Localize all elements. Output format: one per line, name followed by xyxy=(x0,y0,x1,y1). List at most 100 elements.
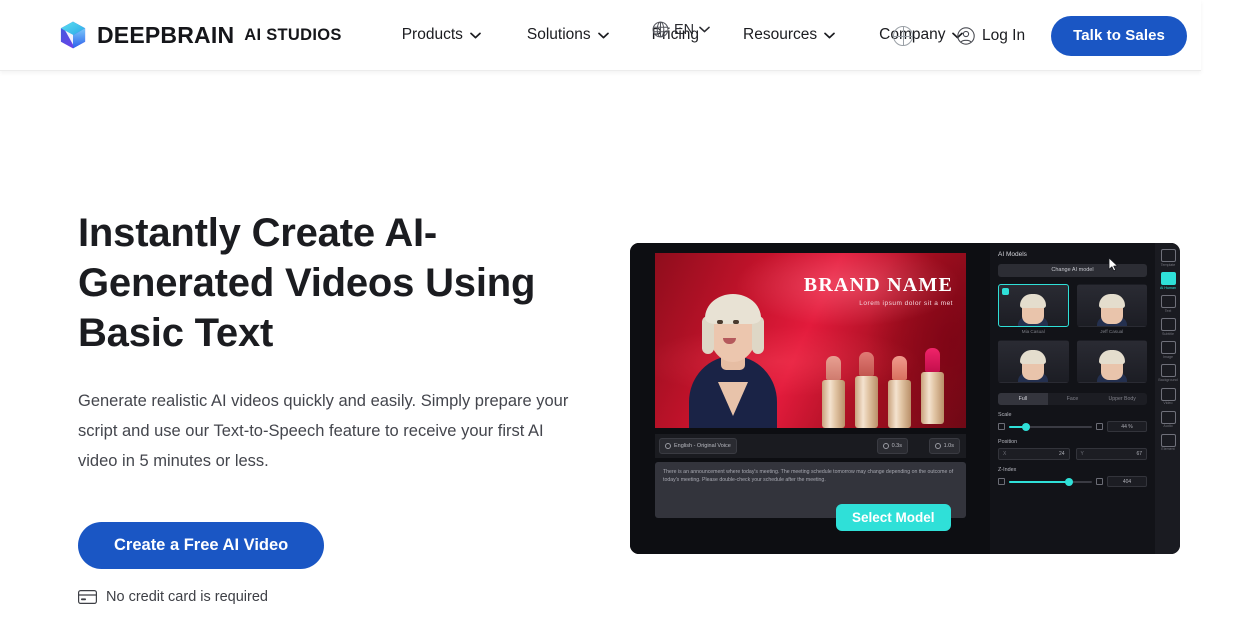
chevron-down-icon xyxy=(470,32,481,39)
canvas-brand-name: BRAND NAME xyxy=(803,274,953,296)
rail-item-template[interactable]: Template xyxy=(1156,249,1180,267)
brand-suffix: AI STUDIOS xyxy=(244,25,342,44)
time-chip-end[interactable]: 1.0s xyxy=(928,438,960,454)
hero-subtitle: Generate realistic AI videos quickly and… xyxy=(78,392,569,470)
rail-label-image: Image xyxy=(1163,354,1173,359)
rail-label-ai-human: AI Human xyxy=(1160,285,1176,290)
rail-label-element: Element xyxy=(1161,447,1175,452)
subtitle-icon xyxy=(1160,318,1176,332)
rail-item-ai-human[interactable]: AI Human xyxy=(1156,272,1180,290)
rail-item-background[interactable]: Background xyxy=(1156,364,1180,382)
template-icon xyxy=(1160,249,1176,262)
rail-label-audio: Audio xyxy=(1163,424,1173,429)
scale-slider-row: 44 % xyxy=(998,421,1147,432)
zindex-lock-icon[interactable] xyxy=(1096,478,1103,485)
credit-card-icon xyxy=(78,590,97,605)
scale-slider[interactable] xyxy=(1009,422,1092,431)
ai-avatar-presenter xyxy=(685,268,781,428)
deepbrain-cube-logo-icon xyxy=(58,20,88,50)
waveform-icon xyxy=(665,443,671,449)
mouse-cursor-icon xyxy=(1108,257,1119,272)
rail-item-element[interactable]: Element xyxy=(1156,433,1180,452)
language-selector[interactable]: EN xyxy=(652,21,710,38)
rail-item-subtitle[interactable]: Subtitle xyxy=(1156,318,1180,336)
chevron-down-icon xyxy=(597,32,609,39)
lock-icon[interactable] xyxy=(1096,423,1103,430)
scale-icon xyxy=(998,423,1005,430)
nav-label-products: Products xyxy=(401,26,463,43)
chevron-down-icon xyxy=(824,32,835,39)
brand-name: DEEPBRAIN xyxy=(97,21,235,48)
rail-label-video: Video xyxy=(1163,401,1173,406)
voice-selector-chip[interactable]: English - Original Voice xyxy=(659,438,737,454)
select-model-button[interactable]: Select Model xyxy=(836,504,951,531)
position-label: Position xyxy=(998,439,1018,445)
model-card-3[interactable] xyxy=(1076,340,1147,383)
editor-main-area: BRAND NAME Lorem ipsum dolor sit a met E… xyxy=(630,243,990,554)
voice-chip-label: English - Original Voice xyxy=(674,443,731,449)
cursor-crosshair-indicator xyxy=(893,26,913,46)
login-label: Log In xyxy=(981,26,1026,44)
editor-tool-rail: Template AI Human Text Subtitle Image Ba… xyxy=(1155,243,1180,554)
ai-models-panel-title: AI Models xyxy=(998,251,1027,258)
change-ai-model-button[interactable]: Change AI model xyxy=(998,264,1147,277)
rail-item-video[interactable]: Video xyxy=(1156,387,1180,406)
view-mode-tabs: Full Face Upper Body xyxy=(998,393,1147,405)
scale-value[interactable]: 44 % xyxy=(1107,421,1147,432)
scale-label: Scale xyxy=(998,412,1012,418)
model-card-1[interactable]: Jeff Casual xyxy=(1076,284,1147,334)
lipstick-product-image xyxy=(822,336,962,428)
time-chip-start-label: 0.3s xyxy=(891,443,902,449)
rail-item-image[interactable]: Image xyxy=(1156,341,1180,359)
rail-label-template: Template xyxy=(1160,262,1176,267)
nav-item-company[interactable]: Company xyxy=(879,18,964,52)
audio-icon xyxy=(1160,410,1176,424)
position-x-value: 24 xyxy=(1058,451,1065,457)
zindex-slider-row: 404 xyxy=(998,476,1147,487)
position-y-value: 67 xyxy=(1136,451,1142,457)
model-name-1: Jeff Casual xyxy=(1100,329,1124,334)
view-tab-full[interactable]: Full xyxy=(998,393,1048,405)
canvas-brand-text[interactable]: BRAND NAME Lorem ipsum dolor sit a met xyxy=(804,275,953,307)
header-right-group: EN Log In Talk to Sales xyxy=(652,0,1201,71)
rail-item-audio[interactable]: Audio xyxy=(1156,410,1180,429)
clock-icon xyxy=(882,443,889,449)
clock-icon xyxy=(934,443,941,449)
model-card-0[interactable]: Mia Casual xyxy=(998,284,1069,334)
canvas-control-bar: English - Original Voice 0.3s 1.0s xyxy=(655,434,966,458)
product-screenshot: BRAND NAME Lorem ipsum dolor sit a met E… xyxy=(630,243,1180,554)
talk-to-sales-button[interactable]: Talk to Sales xyxy=(1051,15,1187,56)
canvas-brand-tagline: Lorem ipsum dolor sit a met xyxy=(859,300,953,307)
nav-item-solutions[interactable]: Solutions xyxy=(527,18,609,52)
create-free-ai-video-button[interactable]: Create a Free AI Video xyxy=(78,522,325,569)
selected-badge-icon xyxy=(1002,288,1009,295)
user-circle-icon xyxy=(957,26,975,45)
page-title: Instantly Create AI-Generated Videos Usi… xyxy=(78,211,536,355)
model-name-0: Mia Casual xyxy=(1021,329,1045,334)
brand-logo-link[interactable]: DEEPBRAIN AI STUDIOS xyxy=(58,20,342,50)
model-grid: Mia Casual Jeff Casual xyxy=(998,284,1147,383)
background-icon xyxy=(1160,364,1176,378)
no-credit-card-label: No credit card is required xyxy=(106,589,268,605)
position-x-axis: X xyxy=(1003,451,1007,457)
layers-icon xyxy=(998,478,1005,485)
time-chip-start[interactable]: 0.3s xyxy=(876,438,908,454)
view-tab-face[interactable]: Face xyxy=(1048,393,1098,405)
landing-page: DEEPBRAIN AI STUDIOS Products Solutions … xyxy=(0,0,1250,630)
position-y-field[interactable]: Y 67 xyxy=(1075,448,1147,460)
model-card-2[interactable] xyxy=(998,340,1069,383)
rail-item-text[interactable]: Text xyxy=(1156,295,1180,313)
zindex-value[interactable]: 404 xyxy=(1107,476,1147,487)
login-button[interactable]: Log In xyxy=(957,27,1025,45)
position-x-field[interactable]: X 24 xyxy=(998,448,1070,460)
hero-section: Instantly Create AI-Generated Videos Usi… xyxy=(78,208,598,605)
site-header: DEEPBRAIN AI STUDIOS Products Solutions … xyxy=(0,0,1201,71)
view-tab-upper-body[interactable]: Upper Body xyxy=(1097,393,1147,405)
nav-label-solutions: Solutions xyxy=(526,26,591,43)
chevron-down-icon xyxy=(699,26,710,33)
nav-item-products[interactable]: Products xyxy=(402,18,481,52)
element-icon xyxy=(1160,433,1176,447)
video-canvas[interactable]: BRAND NAME Lorem ipsum dolor sit a met xyxy=(655,253,966,428)
nav-item-resources[interactable]: Resources xyxy=(743,18,835,52)
zindex-slider[interactable] xyxy=(1009,477,1092,486)
